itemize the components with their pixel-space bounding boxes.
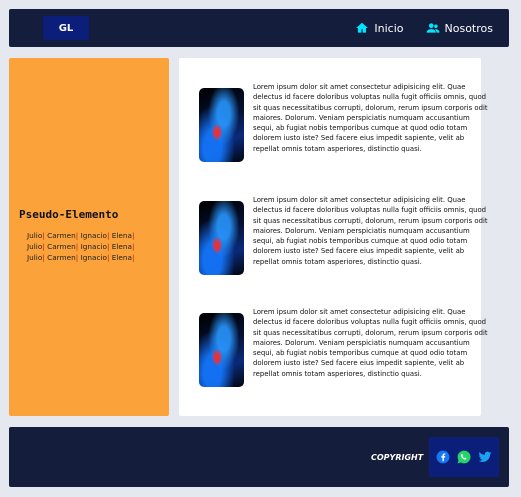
nav-item-label: Inicio	[374, 21, 404, 35]
name-item: Elena	[111, 231, 132, 240]
name-item: Julio	[27, 231, 43, 240]
main-content: Lorem ipsum dolor sit amet consectetur a…	[179, 58, 488, 416]
social-links	[429, 437, 499, 477]
main-nav: Inicio Nosotros	[355, 9, 493, 47]
site-footer: COPYRIGHT	[9, 427, 509, 487]
nav-item-label: Nosotros	[444, 21, 493, 35]
card-image	[199, 201, 244, 275]
name-item: Ignacio	[80, 253, 107, 262]
whatsapp-icon[interactable]	[457, 450, 471, 464]
card: Lorem ipsum dolor sit amet consectetur a…	[199, 193, 488, 283]
name-item: Carmen	[47, 231, 76, 240]
home-icon	[356, 22, 369, 33]
name-item: Ignacio	[80, 242, 107, 251]
users-icon	[426, 23, 439, 33]
names-list: Julio| Carmen| Ignacio| Elena| Julio| Ca…	[27, 230, 134, 263]
logo[interactable]: GL	[43, 16, 89, 40]
name-item: Carmen	[47, 242, 76, 251]
card-image	[199, 313, 244, 387]
names-row: Julio| Carmen| Ignacio| Elena|	[27, 231, 135, 240]
names-row: Julio| Carmen| Ignacio| Elena|	[27, 253, 135, 262]
card: Lorem ipsum dolor sit amet consectetur a…	[199, 305, 488, 395]
names-row: Julio| Carmen| Ignacio| Elena|	[27, 242, 135, 251]
card-image	[199, 88, 244, 162]
card: Lorem ipsum dolor sit amet consectetur a…	[199, 80, 488, 170]
site-header: GL Inicio Nosotros	[9, 9, 509, 47]
name-item: Julio	[27, 242, 43, 251]
name-item: Julio	[27, 253, 43, 262]
sidebar-title: Pseudo-Elemento	[19, 208, 119, 221]
twitter-icon[interactable]	[478, 450, 492, 464]
card-text: Lorem ipsum dolor sit amet consectetur a…	[253, 308, 488, 378]
nav-item-nosotros[interactable]: Nosotros	[426, 21, 493, 35]
card-text: Lorem ipsum dolor sit amet consectetur a…	[253, 83, 488, 153]
name-item: Elena	[111, 242, 132, 251]
card-text: Lorem ipsum dolor sit amet consectetur a…	[253, 196, 488, 266]
nav-item-inicio[interactable]: Inicio	[355, 21, 404, 35]
copyright-text: COPYRIGHT	[371, 453, 424, 462]
sidebar: Pseudo-Elemento Julio| Carmen| Ignacio| …	[9, 58, 169, 416]
name-item: Carmen	[47, 253, 76, 262]
name-item: Ignacio	[80, 231, 107, 240]
facebook-icon[interactable]	[436, 450, 450, 464]
name-item: Elena	[111, 253, 132, 262]
